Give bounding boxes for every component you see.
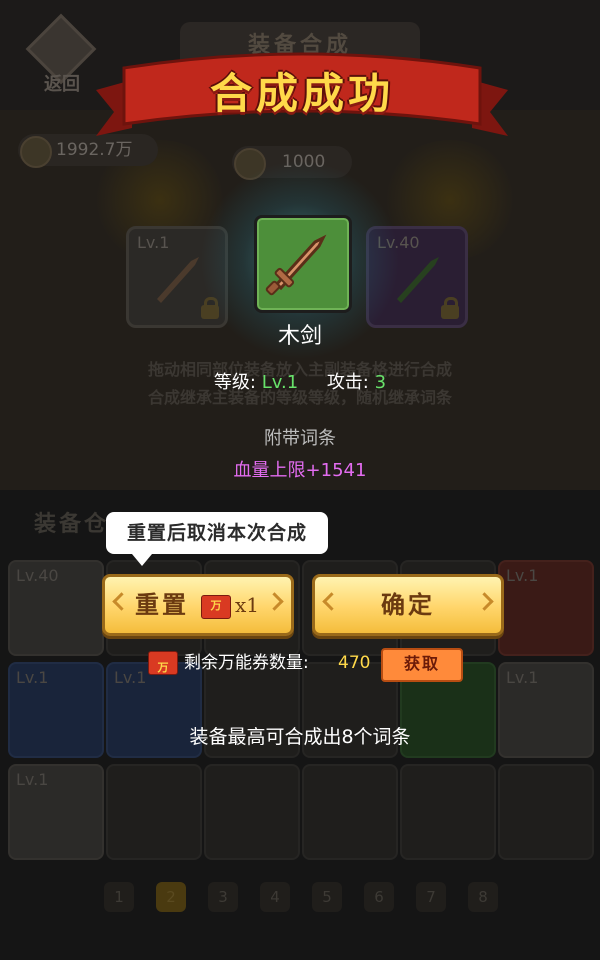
result-item-slot[interactable] [254, 215, 352, 313]
ticket-glyph: 万 [210, 599, 222, 612]
lock-icon [441, 297, 459, 319]
coin-icon [20, 136, 52, 168]
chevron-left-icon [322, 592, 341, 611]
max-affix-note: 装备最高可合成出8个词条 [189, 726, 411, 748]
affix-title: 附带词条 [264, 428, 336, 449]
back-button[interactable]: 返回 [22, 13, 102, 95]
cell-level: Lv.1 [16, 770, 49, 789]
inventory-cell[interactable] [302, 764, 398, 860]
page-button[interactable]: 1 [104, 882, 134, 912]
success-title: 合成成功 [209, 69, 394, 118]
confirm-button[interactable]: 确定 [312, 574, 504, 636]
remaining-label: 剩余万能券数量: [184, 653, 309, 673]
voucher-ticket-icon: 万 [201, 595, 231, 619]
reset-cost: x1 [235, 593, 260, 617]
success-ribbon: 合成成功 [96, 46, 508, 142]
chevron-right-icon [475, 592, 494, 611]
cell-level: Lv.40 [16, 566, 59, 585]
affix-value: 血量上限+1541 [233, 460, 367, 481]
remaining-count: 470 [338, 653, 371, 673]
page-button[interactable]: 7 [416, 882, 446, 912]
item-name: 木剑 [277, 324, 322, 349]
inventory-cell[interactable] [106, 764, 202, 860]
voucher-ticket-icon: 万 [148, 651, 178, 675]
reset-label: 重置 [135, 590, 189, 619]
page-button[interactable]: 8 [468, 882, 498, 912]
cell-level: Lv.1 [506, 566, 539, 585]
inventory-cell[interactable] [498, 764, 594, 860]
attack-value: 3 [374, 372, 387, 393]
inventory-cell[interactable] [204, 764, 300, 860]
back-label: 返回 [44, 74, 80, 95]
page-button-active[interactable]: 2 [156, 882, 186, 912]
page-button[interactable]: 5 [312, 882, 342, 912]
get-voucher-button[interactable]: 获取 [381, 648, 463, 682]
inventory-cell[interactable] [400, 764, 496, 860]
page-button[interactable]: 4 [260, 882, 290, 912]
cell-level: Lv.1 [114, 668, 147, 687]
wooden-sword-icon [265, 234, 327, 296]
cell-level: Lv.1 [506, 668, 539, 687]
inventory-cell[interactable]: Lv.1 [8, 764, 104, 860]
level-value: Lv.1 [261, 372, 299, 393]
page-button[interactable]: 3 [208, 882, 238, 912]
inventory-cell[interactable]: Lv.40 [8, 560, 104, 656]
page-button[interactable]: 6 [364, 882, 394, 912]
reset-tooltip: 重置后取消本次合成 [106, 512, 328, 566]
cell-level: Lv.1 [16, 668, 49, 687]
ticket-glyph: 万 [157, 661, 169, 674]
confirm-label: 确定 [381, 590, 435, 619]
reset-button[interactable]: 重置 万 x1 [102, 574, 294, 636]
item-stats: 等级: Lv.1 攻击: 3 [0, 368, 600, 394]
level-label: 等级: [213, 372, 256, 393]
inventory-cell[interactable]: Lv.1 [498, 560, 594, 656]
attack-label: 攻击: [326, 372, 369, 393]
